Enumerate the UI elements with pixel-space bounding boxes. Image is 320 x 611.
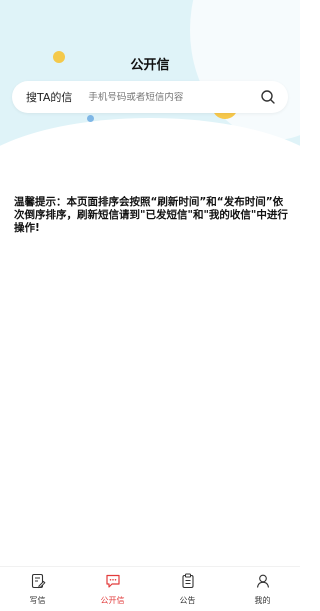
clipboard-icon: [180, 573, 196, 593]
tab-label: 公告: [179, 595, 196, 605]
bottom-tab-bar: 写信 公开信 公告 我的: [0, 566, 300, 611]
tab-label: 公开信: [100, 595, 125, 605]
write-icon: [30, 573, 46, 593]
tab-label: 我的: [254, 595, 271, 605]
tab-write[interactable]: 写信: [8, 567, 68, 611]
tab-mine[interactable]: 我的: [233, 567, 293, 611]
message-icon: [105, 573, 121, 593]
user-icon: [255, 573, 271, 593]
decorative-dot: [87, 115, 94, 122]
notice-text: 温馨提示：本页面排序会按照“刷新时间”和“发布时间”依次倒序排序，刷新短信请到"…: [14, 196, 288, 234]
tab-announcement[interactable]: 公告: [158, 567, 218, 611]
search-bar[interactable]: 搜TA的信: [12, 81, 288, 113]
search-icon[interactable]: [260, 89, 276, 105]
search-label: 搜TA的信: [26, 91, 73, 104]
tab-label: 写信: [29, 595, 46, 605]
tab-public-letter[interactable]: 公开信: [83, 567, 143, 611]
search-input[interactable]: [88, 91, 260, 103]
page-title: 公开信: [130, 58, 170, 73]
